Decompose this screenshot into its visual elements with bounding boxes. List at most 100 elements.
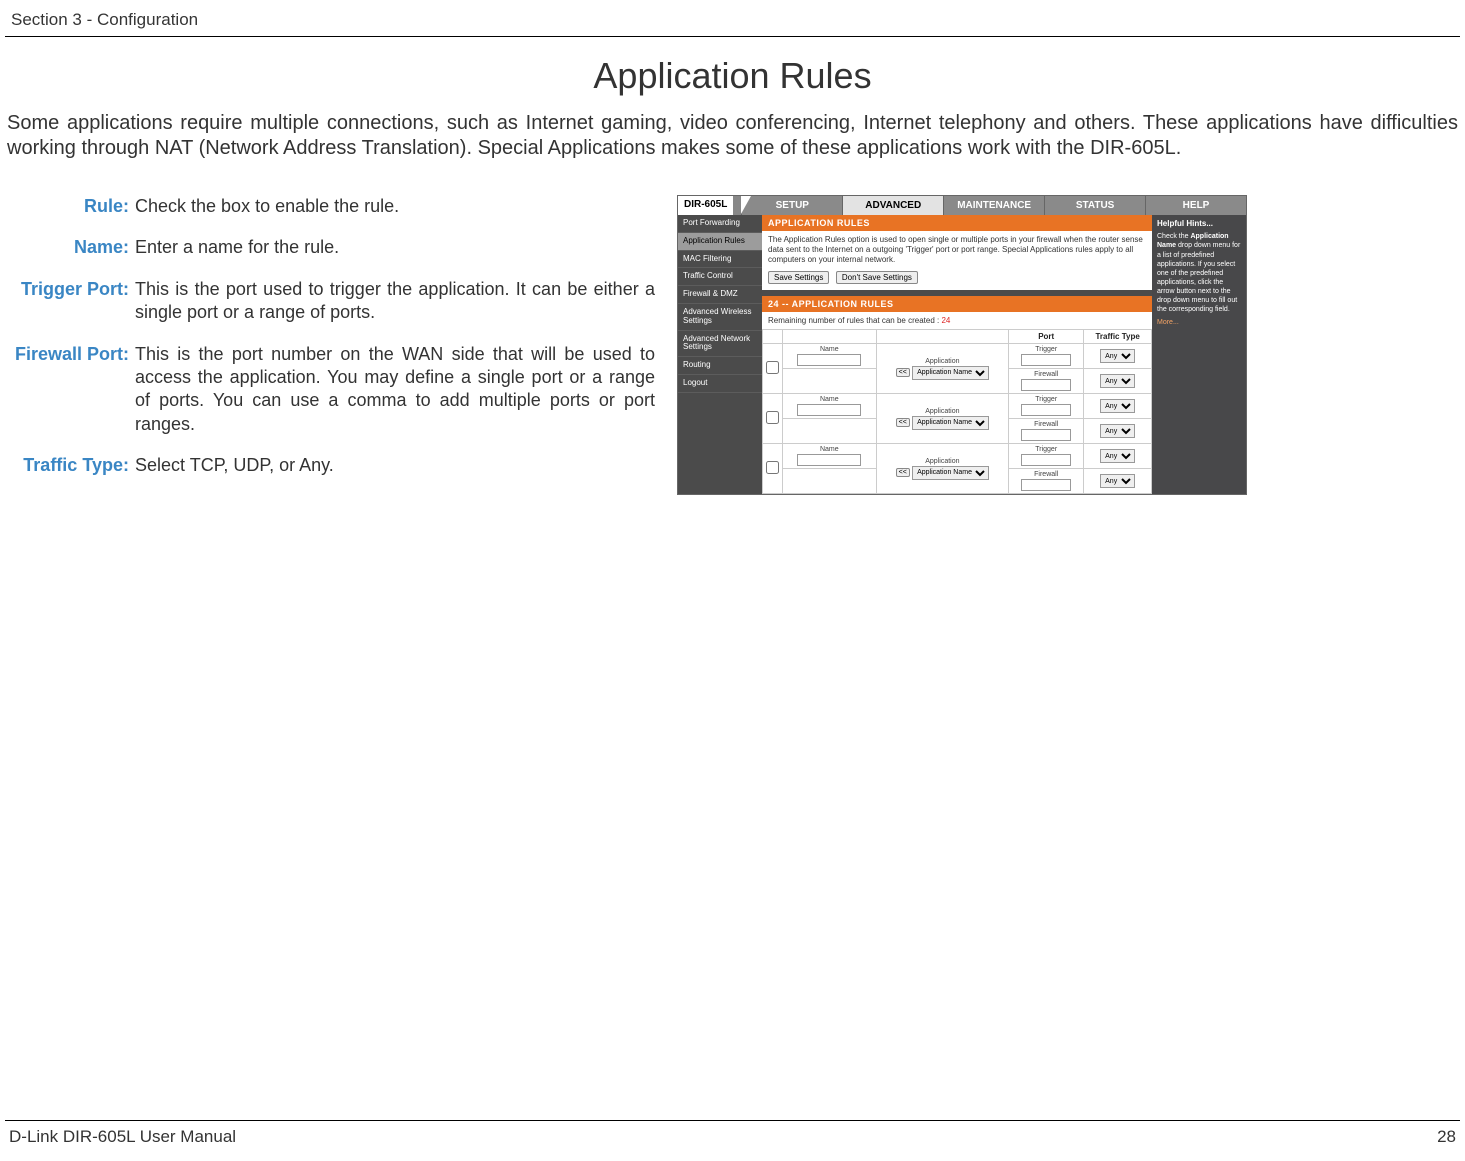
hints-pre: Check the (1157, 233, 1190, 240)
dont-save-settings-button[interactable]: Don't Save Settings (836, 271, 918, 284)
application-select[interactable]: Application Name (912, 466, 989, 480)
center-panel: APPLICATION RULES The Application Rules … (762, 215, 1152, 494)
firewall-traffic-select[interactable]: Any (1100, 474, 1135, 488)
screenshot-column: DIR-605L SETUP ADVANCED MAINTENANCE STAT… (677, 195, 1247, 496)
definition-label: Rule: (11, 195, 135, 218)
footer-rule (5, 1120, 1460, 1121)
trigger-port-input[interactable] (1021, 454, 1071, 466)
sidebar-item-advanced-wireless[interactable]: Advanced Wireless Settings (678, 304, 762, 331)
tab-setup[interactable]: SETUP (741, 196, 842, 215)
sidebar-item-advanced-network[interactable]: Advanced Network Settings (678, 331, 762, 358)
definition-text: This is the port number on the WAN side … (135, 343, 655, 437)
name-label: Name (786, 446, 873, 453)
definition-text: Select TCP, UDP, or Any. (135, 454, 655, 477)
page-title: Application Rules (5, 55, 1460, 97)
firewall-port-input[interactable] (1021, 479, 1071, 491)
remaining-label: Remaining number of rules that can be cr… (768, 316, 939, 325)
panel-heading-app-rules: APPLICATION RULES (762, 215, 1152, 231)
definition-text: This is the port used to trigger the app… (135, 278, 655, 325)
triangle-decoration (741, 196, 751, 214)
definition-item: Rule: Check the box to enable the rule. (11, 195, 655, 218)
tab-advanced[interactable]: ADVANCED (842, 196, 943, 215)
rules-table: Port Traffic Type Name Application << App… (762, 329, 1152, 494)
firewall-traffic-select[interactable]: Any (1100, 374, 1135, 388)
col-traffic: Traffic Type (1084, 330, 1152, 344)
trigger-port-input[interactable] (1021, 404, 1071, 416)
remaining-rules-text: Remaining number of rules that can be cr… (762, 312, 1152, 329)
trigger-label: Trigger (1012, 346, 1080, 353)
side-nav: Port Forwarding Application Rules MAC Fi… (678, 215, 762, 494)
definition-text: Check the box to enable the rule. (135, 195, 655, 218)
trigger-label: Trigger (1012, 396, 1080, 403)
application-label: Application (880, 358, 1005, 365)
definition-item: Firewall Port: This is the port number o… (11, 343, 655, 437)
definitions-column: Rule: Check the box to enable the rule. … (5, 195, 655, 496)
rule-enable-checkbox[interactable] (766, 361, 779, 374)
firewall-label: Firewall (1012, 371, 1080, 378)
router-screenshot: DIR-605L SETUP ADVANCED MAINTENANCE STAT… (677, 195, 1247, 495)
manual-title: D-Link DIR-605L User Manual (9, 1127, 236, 1147)
firewall-port-input[interactable] (1021, 379, 1071, 391)
definition-label: Traffic Type: (11, 454, 135, 477)
helpful-hints-panel: Helpful Hints... Check the Application N… (1152, 215, 1246, 494)
sidebar-item-port-forwarding[interactable]: Port Forwarding (678, 215, 762, 233)
definition-label: Firewall Port: (11, 343, 135, 437)
firewall-label: Firewall (1012, 471, 1080, 478)
application-select[interactable]: Application Name (912, 416, 989, 430)
page-footer: D-Link DIR-605L User Manual 28 (5, 1120, 1460, 1147)
tab-maintenance[interactable]: MAINTENANCE (943, 196, 1044, 215)
panel-heading-24-rules: 24 -- APPLICATION RULES (762, 296, 1152, 312)
name-label: Name (786, 396, 873, 403)
firewall-port-input[interactable] (1021, 429, 1071, 441)
rule-enable-checkbox[interactable] (766, 461, 779, 474)
intro-paragraph: Some applications require multiple conne… (7, 111, 1458, 161)
name-input[interactable] (797, 354, 861, 366)
trigger-traffic-select[interactable]: Any (1100, 349, 1135, 363)
sidebar-item-firewall-dmz[interactable]: Firewall & DMZ (678, 286, 762, 304)
remaining-value: 24 (941, 316, 950, 325)
trigger-port-input[interactable] (1021, 354, 1071, 366)
header-rule (5, 36, 1460, 37)
main-tabs: SETUP ADVANCED MAINTENANCE STATUS HELP (741, 196, 1246, 215)
trigger-label: Trigger (1012, 446, 1080, 453)
definition-item: Traffic Type: Select TCP, UDP, or Any. (11, 454, 655, 477)
save-settings-button[interactable]: Save Settings (768, 271, 829, 284)
sidebar-item-logout[interactable]: Logout (678, 375, 762, 393)
more-link[interactable]: More... (1157, 318, 1241, 327)
definition-item: Trigger Port: This is the port used to t… (11, 278, 655, 325)
name-label: Name (786, 346, 873, 353)
definition-label: Trigger Port: (11, 278, 135, 325)
tab-help[interactable]: HELP (1145, 196, 1246, 215)
rule-enable-checkbox[interactable] (766, 411, 779, 424)
sidebar-item-traffic-control[interactable]: Traffic Control (678, 268, 762, 286)
col-port: Port (1009, 330, 1084, 344)
copy-arrow-button[interactable]: << (896, 418, 910, 427)
trigger-traffic-select[interactable]: Any (1100, 449, 1135, 463)
button-row: Save Settings Don't Save Settings (762, 271, 1152, 290)
sidebar-item-mac-filtering[interactable]: MAC Filtering (678, 251, 762, 269)
hints-post: drop down menu for a list of predefined … (1157, 242, 1240, 313)
hints-body: Check the Application Name drop down men… (1157, 233, 1240, 313)
application-label: Application (880, 408, 1005, 415)
copy-arrow-button[interactable]: << (896, 468, 910, 477)
name-input[interactable] (797, 404, 861, 416)
page-number: 28 (1437, 1127, 1456, 1147)
section-header: Section 3 - Configuration (5, 10, 1460, 36)
hints-title: Helpful Hints... (1157, 219, 1241, 229)
model-label: DIR-605L (678, 196, 741, 215)
application-label: Application (880, 458, 1005, 465)
model-text: DIR-605L (684, 199, 727, 210)
definition-label: Name: (11, 236, 135, 259)
name-input[interactable] (797, 454, 861, 466)
definition-item: Name: Enter a name for the rule. (11, 236, 655, 259)
copy-arrow-button[interactable]: << (896, 368, 910, 377)
tab-status[interactable]: STATUS (1044, 196, 1145, 215)
sidebar-item-routing[interactable]: Routing (678, 357, 762, 375)
panel-description: The Application Rules option is used to … (762, 231, 1152, 271)
definition-text: Enter a name for the rule. (135, 236, 655, 259)
firewall-label: Firewall (1012, 421, 1080, 428)
trigger-traffic-select[interactable]: Any (1100, 399, 1135, 413)
application-select[interactable]: Application Name (912, 366, 989, 380)
sidebar-item-application-rules[interactable]: Application Rules (678, 233, 762, 251)
firewall-traffic-select[interactable]: Any (1100, 424, 1135, 438)
